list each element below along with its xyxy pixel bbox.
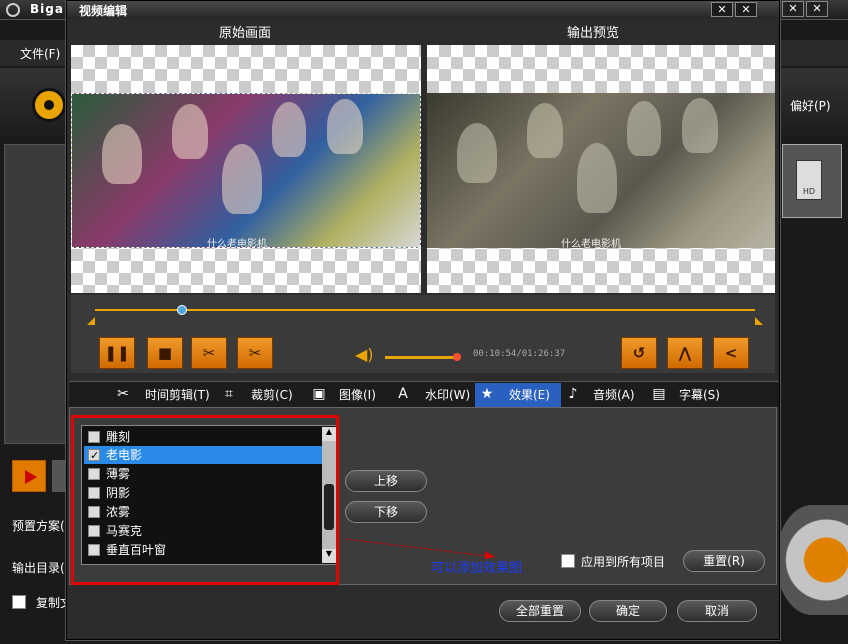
move-up-button[interactable]: 上移 — [345, 470, 427, 492]
timeline-start-marker[interactable] — [87, 317, 95, 325]
subtitle-icon: ▤ — [652, 386, 666, 402]
background-app-title: Biga — [30, 2, 64, 16]
volume-slider[interactable] — [385, 356, 457, 359]
output-directory-label: 输出目录( — [12, 561, 65, 575]
reset-button[interactable]: 重置(R) — [683, 550, 765, 572]
cut-button[interactable]: ✂ — [191, 337, 227, 369]
split-icon: ✂ — [248, 344, 262, 362]
flip-button[interactable]: ⋀ — [667, 337, 703, 369]
tab-trim[interactable]: 时间剪辑(T) — [141, 384, 214, 406]
tab-subtitle[interactable]: 字幕(S) — [675, 384, 724, 406]
apply-all-label: 应用到所有项目 — [581, 555, 666, 569]
output-subtitle: 什么老电影机 — [561, 239, 621, 250]
hd-file-icon: HD — [796, 160, 822, 200]
watermark-icon: A — [398, 386, 408, 402]
timeline-end-marker[interactable] — [755, 317, 763, 325]
original-view-label: 原始画面 — [219, 26, 272, 41]
timecode: 00:10:54/01:26:37 — [473, 349, 566, 359]
dialog-titlebar — [67, 1, 779, 19]
background-preview-area — [4, 144, 70, 444]
move-down-button[interactable]: 下移 — [345, 501, 427, 523]
crop-icon: ⌗ — [225, 386, 233, 402]
cancel-button[interactable]: 取消 — [677, 600, 757, 622]
original-subtitle: 什么老电影机 — [207, 239, 267, 250]
convert-button[interactable] — [776, 505, 848, 615]
dialog-close-button[interactable]: ✕ — [735, 2, 757, 17]
music-icon: ♪ — [568, 386, 578, 402]
highlight-box — [71, 415, 339, 585]
copy-checkbox[interactable] — [12, 595, 26, 609]
menu-file[interactable]: 文件(F) — [20, 45, 60, 62]
star-icon: ★ — [480, 386, 494, 402]
flip-icon: ⋀ — [678, 344, 692, 362]
dialog-title: 视频编辑 — [79, 4, 128, 18]
apply-all-checkbox[interactable] — [561, 554, 575, 568]
film-reel-icon[interactable] — [32, 88, 66, 122]
output-video-frame — [427, 93, 775, 248]
volume-icon[interactable]: ◀) — [355, 345, 374, 364]
scissors-icon: ✂ — [117, 386, 129, 402]
tab-watermark[interactable]: 水印(W) — [421, 384, 474, 406]
timeline-track[interactable] — [95, 309, 755, 311]
reset-all-button[interactable]: 全部重置 — [499, 600, 581, 622]
menu-preferences[interactable]: 偏好(P) — [790, 97, 831, 114]
undo-icon: ↺ — [632, 344, 646, 362]
tab-crop[interactable]: 裁剪(C) — [247, 384, 297, 406]
video-edit-dialog: 视频编辑 ✕ ✕ 原始画面 输出预览 什么老电影机 什么老电影机 ❚❚ ■ ✂ … — [66, 0, 780, 640]
rotate-icon: < — [724, 344, 738, 362]
volume-knob[interactable] — [453, 353, 461, 361]
tab-audio[interactable]: 音频(A) — [589, 384, 639, 406]
pause-icon: ❚❚ — [104, 344, 130, 362]
preset-label: 预置方案( — [12, 519, 65, 533]
dialog-minimize-button[interactable]: ✕ — [711, 2, 733, 17]
original-video-frame[interactable] — [71, 93, 421, 248]
split-button[interactable]: ✂ — [237, 337, 273, 369]
background-minimize-button[interactable]: ✕ — [782, 1, 804, 17]
background-close-button[interactable]: ✕ — [806, 1, 828, 17]
scissors-icon: ✂ — [202, 344, 216, 362]
tab-image[interactable]: 图像(I) — [335, 384, 380, 406]
annotation-hint: 可以添加效果图 — [431, 561, 523, 576]
stop-button[interactable]: ■ — [147, 337, 183, 369]
image-icon: ▣ — [312, 386, 326, 402]
output-preview-label: 输出预览 — [567, 26, 620, 41]
app-logo-icon — [6, 3, 20, 17]
background-play-button[interactable] — [12, 460, 46, 492]
pause-button[interactable]: ❚❚ — [99, 337, 135, 369]
ok-button[interactable]: 确定 — [589, 600, 667, 622]
rotate-button[interactable]: < — [713, 337, 749, 369]
stop-icon: ■ — [157, 344, 173, 362]
tab-effect[interactable]: 效果(E) — [505, 384, 554, 406]
timeline-handle[interactable] — [177, 305, 187, 315]
undo-button[interactable]: ↺ — [621, 337, 657, 369]
